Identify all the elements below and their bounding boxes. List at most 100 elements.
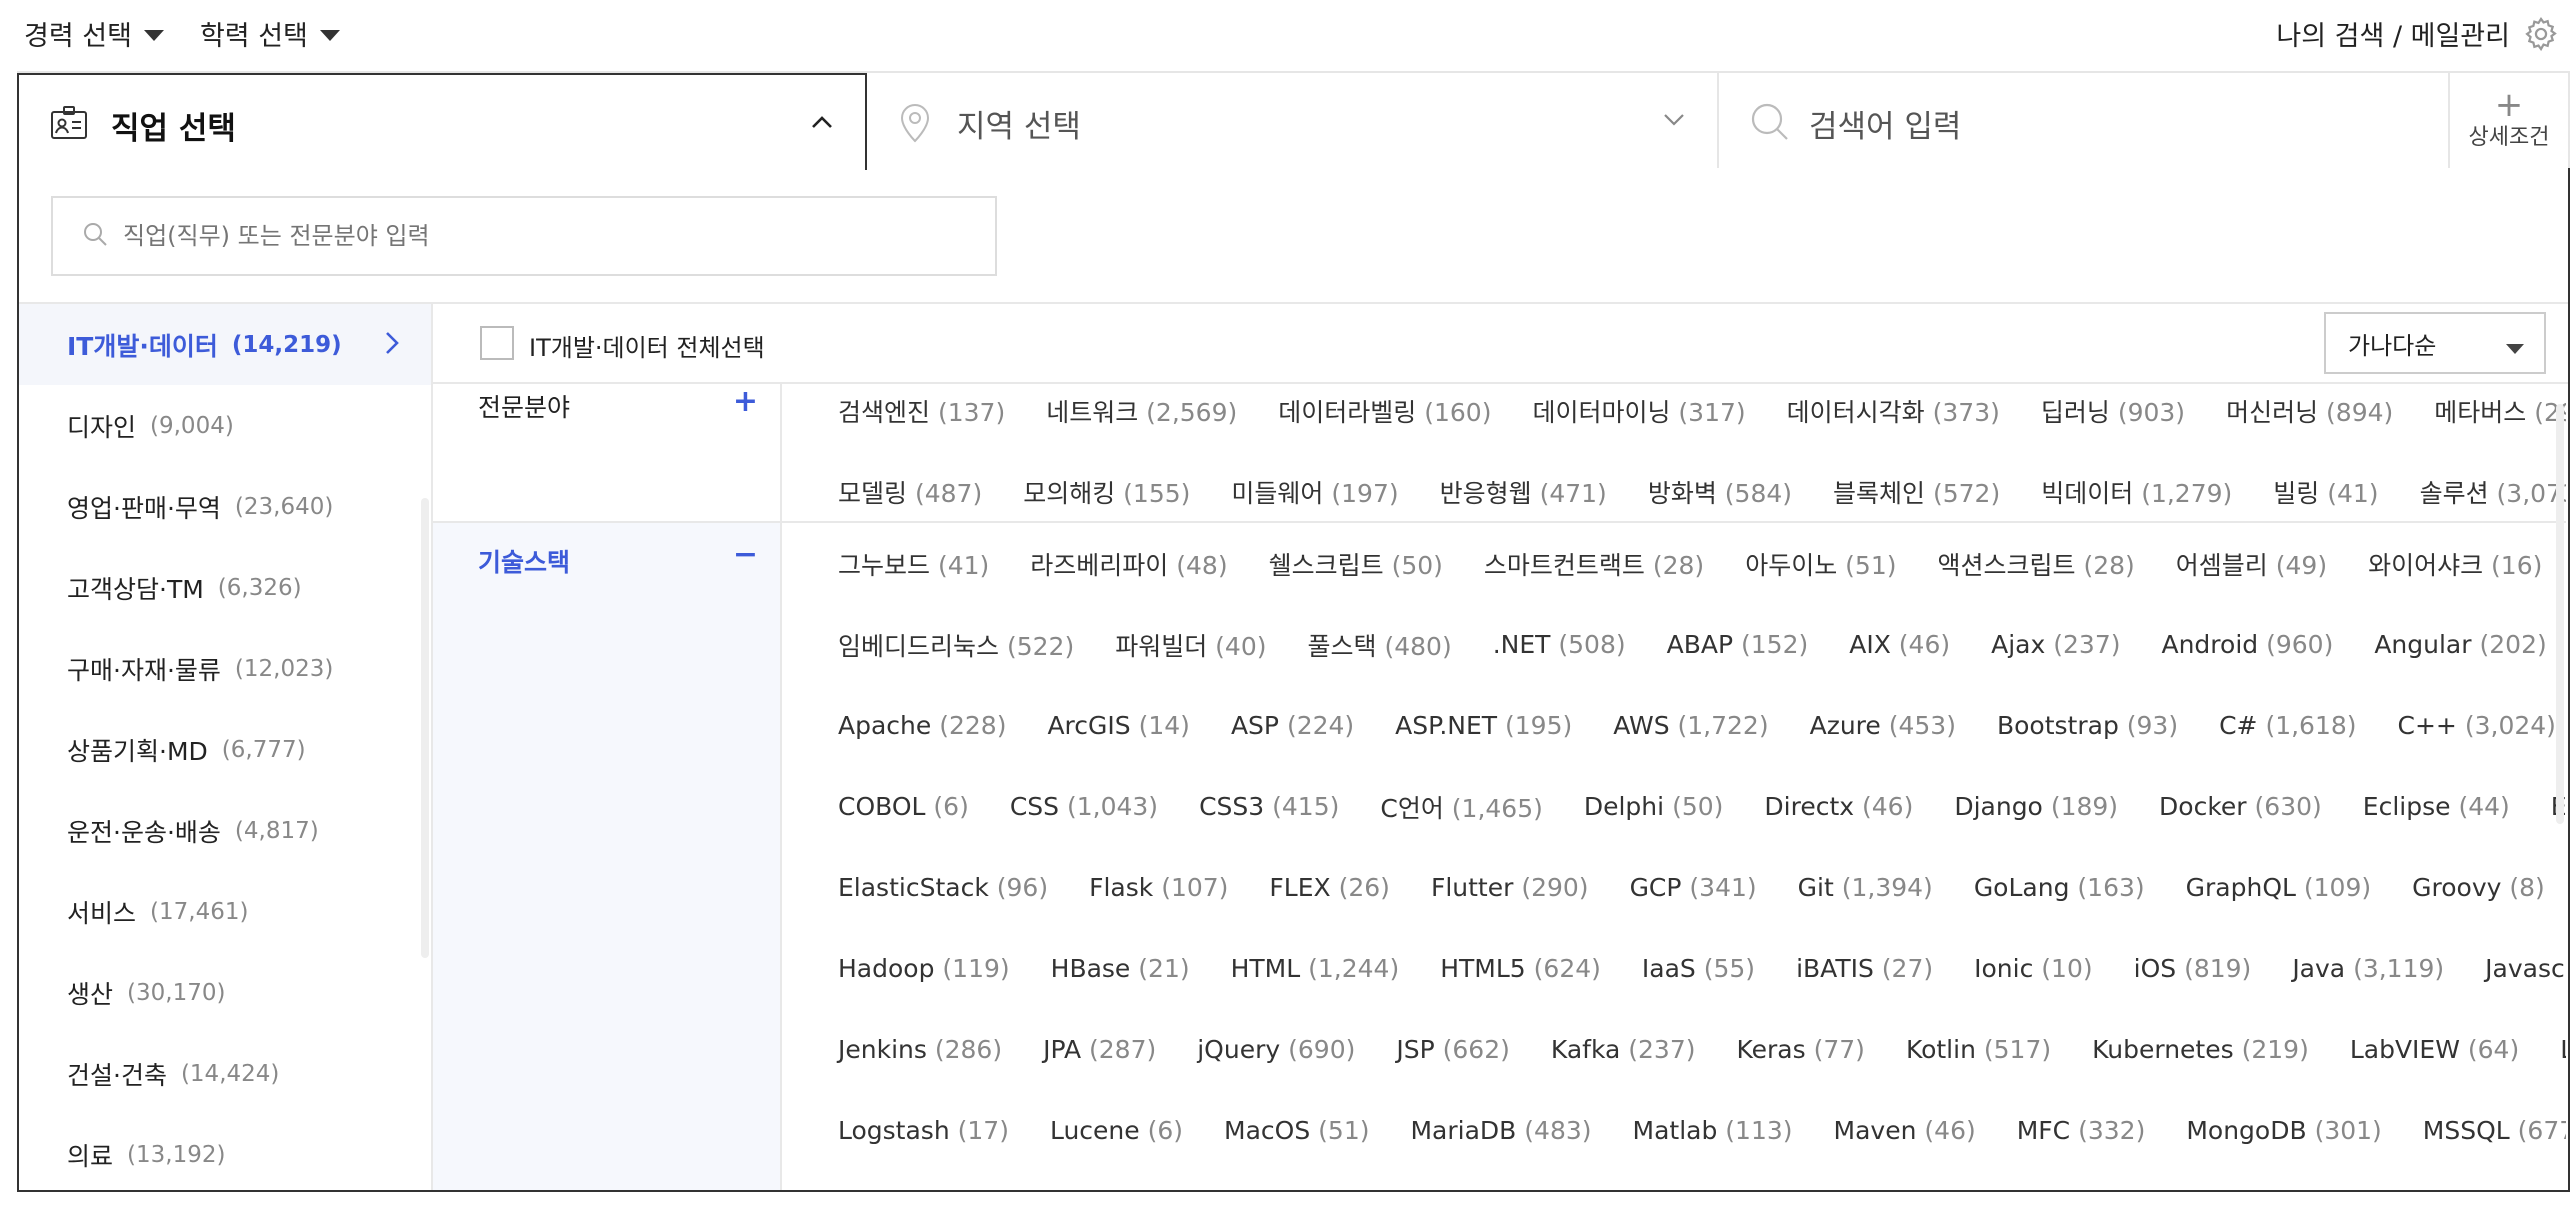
keyword-item[interactable]: CSS (1,043)	[1010, 792, 1158, 821]
category-item[interactable]: 건설·건축 (14,424)	[19, 1033, 431, 1114]
keyword-item[interactable]: Android (960)	[2161, 630, 2333, 659]
keyword-item[interactable]: Ajax (237)	[1991, 630, 2120, 659]
job-search-box[interactable]	[51, 196, 997, 276]
keyword-item[interactable]: ArcGIS (14)	[1047, 711, 1189, 740]
keyword-item[interactable]: Angular (202)	[2374, 630, 2546, 659]
keyword-item[interactable]: MariaDB (483)	[1410, 1116, 1591, 1145]
keyword-item[interactable]: 임베디드리눅스 (522)	[838, 627, 1074, 663]
keyword-item[interactable]: 검색엔진 (137)	[838, 393, 1005, 429]
keyword-scrollbar[interactable]	[2556, 404, 2564, 824]
keyword-item[interactable]: 데이터라벨링 (160)	[1278, 393, 1491, 429]
keyword-item[interactable]: 풀스택 (480)	[1308, 627, 1452, 663]
expand-plus-icon[interactable]: +	[733, 384, 758, 419]
gear-icon[interactable]	[2522, 15, 2560, 53]
keyword-item[interactable]: MFC (332)	[2017, 1116, 2146, 1145]
keyword-item[interactable]: Logstash (17)	[838, 1116, 1009, 1145]
keyword-item[interactable]: 액션스크립트 (28)	[1937, 546, 2134, 582]
keyword-item[interactable]: Eclipse (44)	[2363, 792, 2510, 821]
region-select[interactable]: 지역 선택	[867, 73, 1719, 170]
keyword-item[interactable]: 그누보드 (41)	[838, 546, 989, 582]
keyword-item[interactable]: 데이터시각화 (373)	[1787, 393, 2000, 429]
keyword-item[interactable]: C++ (3,024)	[2398, 711, 2556, 740]
keyword-item[interactable]: AWS (1,722)	[1613, 711, 1768, 740]
keyword-item[interactable]: Java (3,119)	[2292, 954, 2444, 983]
keyword-item[interactable]: 메타버스 (293)	[2434, 393, 2566, 429]
keyword-item[interactable]: 모의해킹 (155)	[1023, 474, 1190, 510]
keyword-item[interactable]: Azure (453)	[1810, 711, 1956, 740]
keyword-item[interactable]: Kotlin (517)	[1906, 1035, 2051, 1064]
keyword-item[interactable]: Flutter (290)	[1431, 873, 1589, 902]
keyword-item[interactable]: ASP (224)	[1231, 711, 1354, 740]
keyword-item[interactable]: Delphi (50)	[1584, 792, 1724, 821]
keyword-item[interactable]: 반응형웹 (471)	[1440, 474, 1607, 510]
keyword-item[interactable]: JSP (662)	[1396, 1035, 1510, 1064]
category-scrollbar[interactable]	[421, 498, 429, 958]
my-search-link[interactable]: 나의 검색 / 메일관리	[2276, 14, 2510, 53]
keyword-item[interactable]: ABAP (152)	[1667, 630, 1809, 659]
keyword-item[interactable]: Ionic (10)	[1974, 954, 2093, 983]
detail-conditions-button[interactable]: + 상세조건	[2450, 73, 2568, 170]
keyword-item[interactable]: MacOS (51)	[1224, 1116, 1369, 1145]
keyword-item[interactable]: Kubernetes (219)	[2092, 1035, 2309, 1064]
keyword-item[interactable]: 네트워크 (2,569)	[1046, 393, 1237, 429]
keyword-item[interactable]: ASP.NET (195)	[1395, 711, 1572, 740]
keyword-item[interactable]: 딥러닝 (903)	[2041, 393, 2185, 429]
category-item[interactable]: 디자인 (9,004)	[19, 385, 431, 466]
category-item[interactable]: 고객상담·TM (6,326)	[19, 547, 431, 628]
keyword-item[interactable]: Directx (46)	[1764, 792, 1913, 821]
keyword-item[interactable]: 쉘스크립트 (50)	[1269, 546, 1443, 582]
keyword-item[interactable]: Kafka (237)	[1551, 1035, 1696, 1064]
keyword-item[interactable]: FLEX (26)	[1269, 873, 1390, 902]
keyword-item[interactable]: 블록체인 (572)	[1833, 474, 2000, 510]
keyword-item[interactable]: Flask (107)	[1089, 873, 1228, 902]
keyword-item[interactable]: Hadoop (119)	[838, 954, 1010, 983]
keyword-item[interactable]: 아두이노 (51)	[1745, 546, 1896, 582]
keyword-item[interactable]: 모델링 (487)	[838, 474, 982, 510]
select-all-checkbox[interactable]	[480, 326, 514, 360]
education-dropdown[interactable]: 학력 선택	[200, 14, 340, 53]
keyword-item[interactable]: .NET (508)	[1493, 630, 1626, 659]
keyword-item[interactable]: Maven (46)	[1834, 1116, 1976, 1145]
keyword-item[interactable]: Linux (2,009)	[2560, 1035, 2566, 1064]
keyword-item[interactable]: AIX (46)	[1849, 630, 1950, 659]
keyword-item[interactable]: Groovy (8)	[2412, 873, 2545, 902]
keyword-item[interactable]: C# (1,618)	[2219, 711, 2356, 740]
keyword-item[interactable]: 머신러닝 (894)	[2226, 393, 2393, 429]
keyword-item[interactable]: Docker (630)	[2159, 792, 2322, 821]
keyword-item[interactable]: Apache (228)	[838, 711, 1006, 740]
keyword-item[interactable]: iBATIS (27)	[1796, 954, 1933, 983]
keyword-item[interactable]: GoLang (163)	[1974, 873, 2145, 902]
specialty-group-header[interactable]: 전문분야 +	[433, 384, 782, 523]
techstack-group-header[interactable]: 기술스택 −	[433, 523, 782, 1190]
keyword-item[interactable]: Bootstrap (93)	[1997, 711, 2178, 740]
keyword-item[interactable]: 파워빌더 (40)	[1115, 627, 1266, 663]
keyword-item[interactable]: Lucene (6)	[1050, 1116, 1183, 1145]
keyword-item[interactable]: Javascript (2,108)	[2485, 954, 2566, 983]
category-item[interactable]: 의료 (13,192)	[19, 1114, 431, 1190]
keyword-item[interactable]: 와이어샤크 (16)	[2368, 546, 2542, 582]
keyword-item[interactable]: 방화벽 (584)	[1648, 474, 1792, 510]
collapse-minus-icon[interactable]: −	[733, 537, 758, 572]
category-item[interactable]: IT개발·데이터 (14,219)	[19, 304, 431, 385]
keyword-item[interactable]: 스마트컨트랙트 (28)	[1484, 546, 1704, 582]
keyword-item[interactable]: 어셈블리 (49)	[2176, 546, 2327, 582]
keyword-item[interactable]: IaaS (55)	[1642, 954, 1755, 983]
keyword-item[interactable]: GCP (341)	[1630, 873, 1757, 902]
keyword-item[interactable]: jQuery (690)	[1197, 1035, 1355, 1064]
keyword-item[interactable]: COBOL (6)	[838, 792, 969, 821]
keyword-item[interactable]: HBase (21)	[1051, 954, 1190, 983]
category-item[interactable]: 상품기획·MD (6,777)	[19, 709, 431, 790]
category-item[interactable]: 생산 (30,170)	[19, 952, 431, 1033]
keyword-item[interactable]: 빅데이터 (1,279)	[2041, 474, 2232, 510]
keyword-item[interactable]: 솔루션 (3,073)	[2420, 474, 2566, 510]
job-select[interactable]: 직업 선택	[17, 73, 867, 170]
keyword-item[interactable]: Django (189)	[1954, 792, 2118, 821]
keyword-item[interactable]: JPA (287)	[1043, 1035, 1156, 1064]
keyword-item[interactable]: 빌링 (41)	[2273, 474, 2378, 510]
keyword-item[interactable]: 미들웨어 (197)	[1231, 474, 1398, 510]
keyword-item[interactable]: MSSQL (677)	[2423, 1116, 2566, 1145]
category-item[interactable]: 운전·운송·배송 (4,817)	[19, 790, 431, 871]
keyword-item[interactable]: C언어 (1,465)	[1380, 789, 1543, 825]
keyword-item[interactable]: 라즈베리파이 (48)	[1030, 546, 1227, 582]
keyword-item[interactable]: Matlab (113)	[1633, 1116, 1793, 1145]
